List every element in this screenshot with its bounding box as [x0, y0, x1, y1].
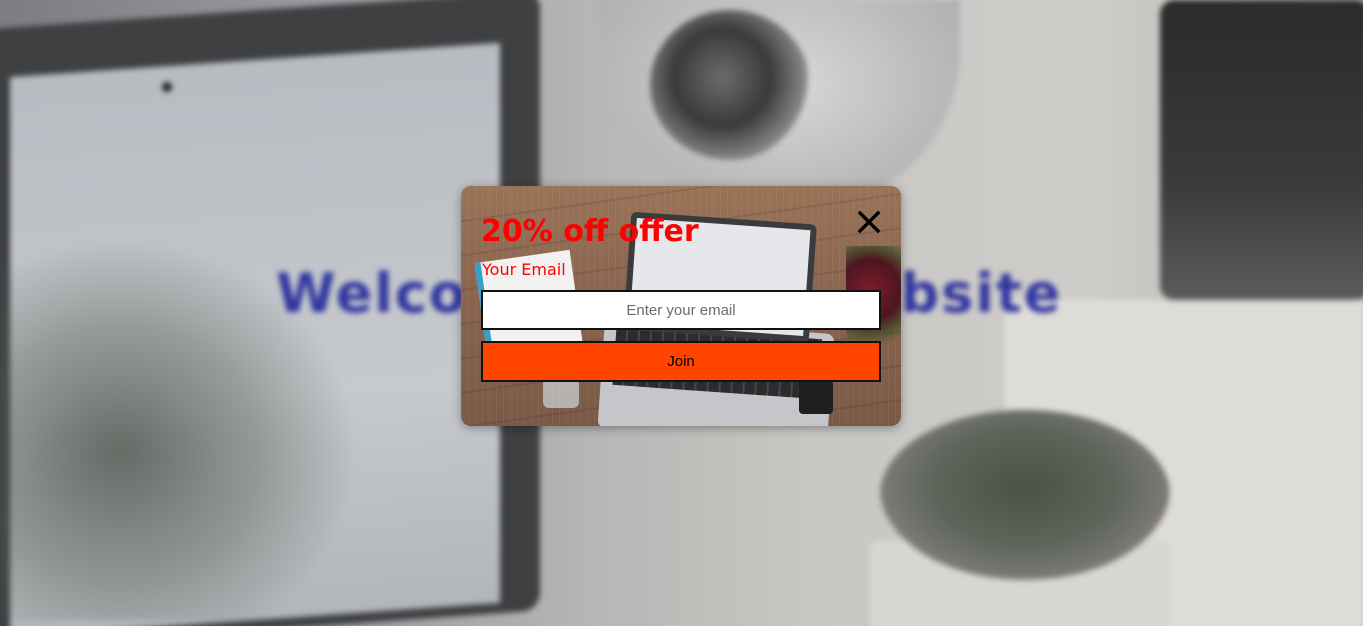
background-dark-object [1160, 0, 1363, 300]
background-camera [162, 82, 172, 92]
email-field[interactable] [481, 290, 881, 330]
close-button[interactable] [857, 210, 881, 234]
popup-title: 20% off offer [481, 214, 699, 249]
background-mug-art [650, 10, 810, 160]
background-succulent [880, 410, 1170, 580]
offer-popup: 20% off offer Your Email Join [461, 186, 901, 426]
join-button[interactable]: Join [481, 341, 881, 382]
close-icon [857, 210, 881, 234]
email-label: Your Email [482, 260, 566, 279]
page: Welcome to our Website 20% off offer You… [0, 0, 1363, 626]
popup-content: 20% off offer Your Email Join [461, 186, 901, 426]
